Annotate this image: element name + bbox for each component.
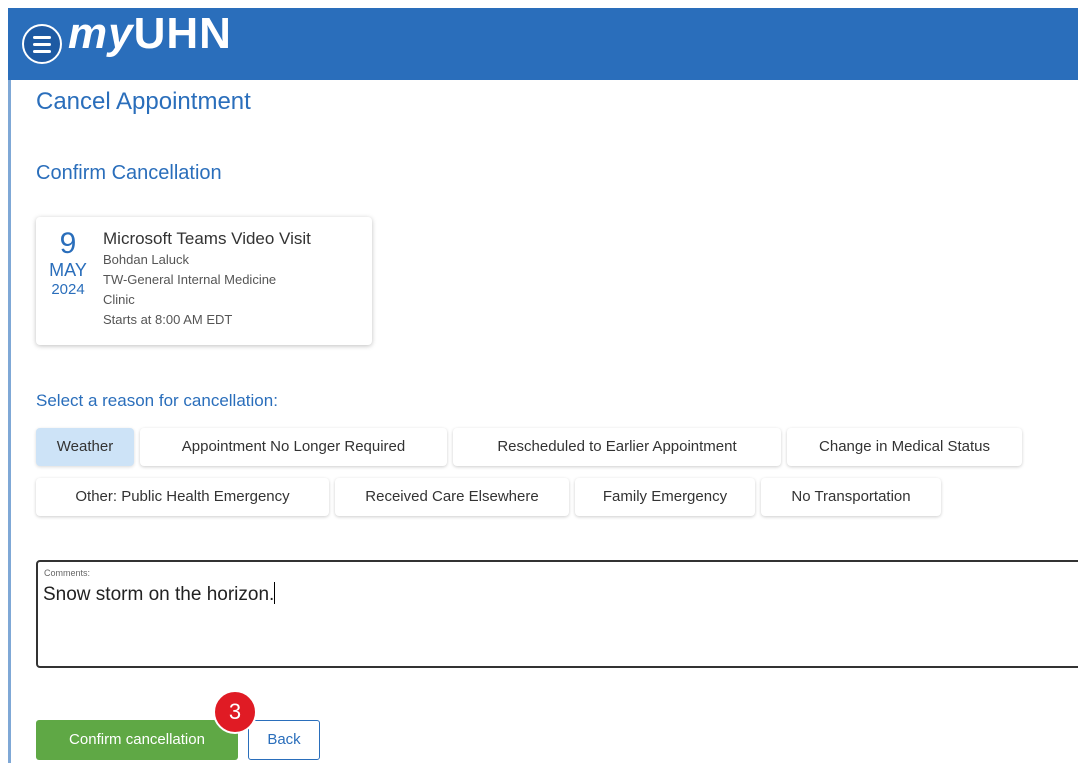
confirm-cancellation-button[interactable]: Confirm cancellation [36,720,238,760]
section-title: Confirm Cancellation [36,162,222,184]
comments-text: Snow storm on the horizon. [43,582,276,606]
appointment-info: Microsoft Teams Video Visit Bohdan Laluc… [103,228,363,330]
appointment-card: 9 MAY 2024 Microsoft Teams Video Visit B… [36,217,372,345]
appointment-provider: Bohdan Laluck [103,252,190,267]
reason-care-elsewhere[interactable]: Received Care Elsewhere [335,478,569,516]
appointment-department: TW-General Internal Medicine [103,272,277,287]
logo-my: my [68,9,134,58]
appointment-day: 9 [59,227,77,260]
reason-no-longer-required[interactable]: Appointment No Longer Required [140,428,447,466]
myuhn-logo[interactable]: myUHN [68,12,232,56]
appointment-location: Clinic [103,292,135,307]
back-button[interactable]: Back [248,720,320,760]
left-border [8,80,11,763]
text-caret [274,582,276,604]
appointment-date: 9 MAY 2024 [36,227,100,301]
reason-public-health[interactable]: Other: Public Health Emergency [36,478,329,516]
comments-textarea[interactable]: Comments: Snow storm on the horizon. [36,560,1078,668]
logo-uhn: UHN [133,9,232,58]
top-bar: myUHN [8,8,1078,80]
appointment-month: MAY [49,260,87,280]
reason-label: Select a reason for cancellation: [36,391,278,410]
reason-medical-status[interactable]: Change in Medical Status [787,428,1022,466]
appointment-year: 2024 [51,281,85,298]
step-number-badge: 3 [213,690,257,734]
reason-no-transportation[interactable]: No Transportation [761,478,941,516]
page-title: Cancel Appointment [36,88,251,115]
hamburger-menu-icon[interactable] [22,24,62,64]
reason-weather[interactable]: Weather [36,428,134,466]
comments-value: Snow storm on the horizon. [43,584,275,605]
reason-rescheduled-earlier[interactable]: Rescheduled to Earlier Appointment [453,428,781,466]
appointment-start-time: Starts at 8:00 AM EDT [103,312,233,327]
appointment-type: Microsoft Teams Video Visit [103,229,311,248]
reason-family-emergency[interactable]: Family Emergency [575,478,755,516]
comments-label: Comments: [44,568,91,578]
